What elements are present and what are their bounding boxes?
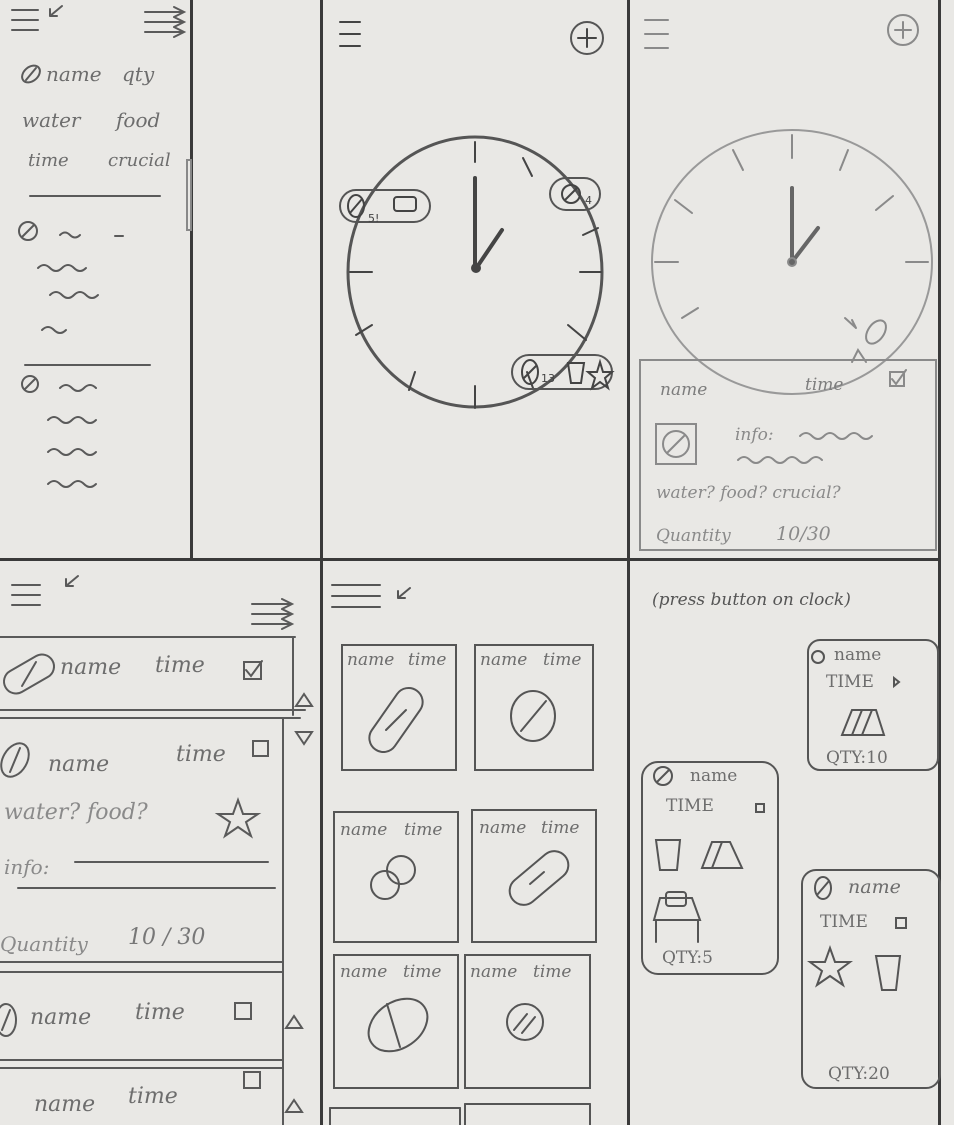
card-2-name[interactable]: name xyxy=(690,766,737,786)
card-3-time: TIME xyxy=(820,912,868,932)
card-3-qty: QTY:20 xyxy=(828,1064,890,1084)
card-1-name[interactable]: name xyxy=(834,645,881,665)
panel-6-sketch xyxy=(0,0,954,1125)
card-1-qty: QTY:10 xyxy=(826,748,888,768)
card-2-qty: QTY:5 xyxy=(662,948,713,968)
sketch-sheet: name qty water food time crucial 5! 4 13… xyxy=(0,0,954,1125)
card-1-time: TIME xyxy=(826,672,874,692)
card-3-name[interactable]: name xyxy=(848,876,901,898)
card-2-time: TIME xyxy=(666,796,714,816)
